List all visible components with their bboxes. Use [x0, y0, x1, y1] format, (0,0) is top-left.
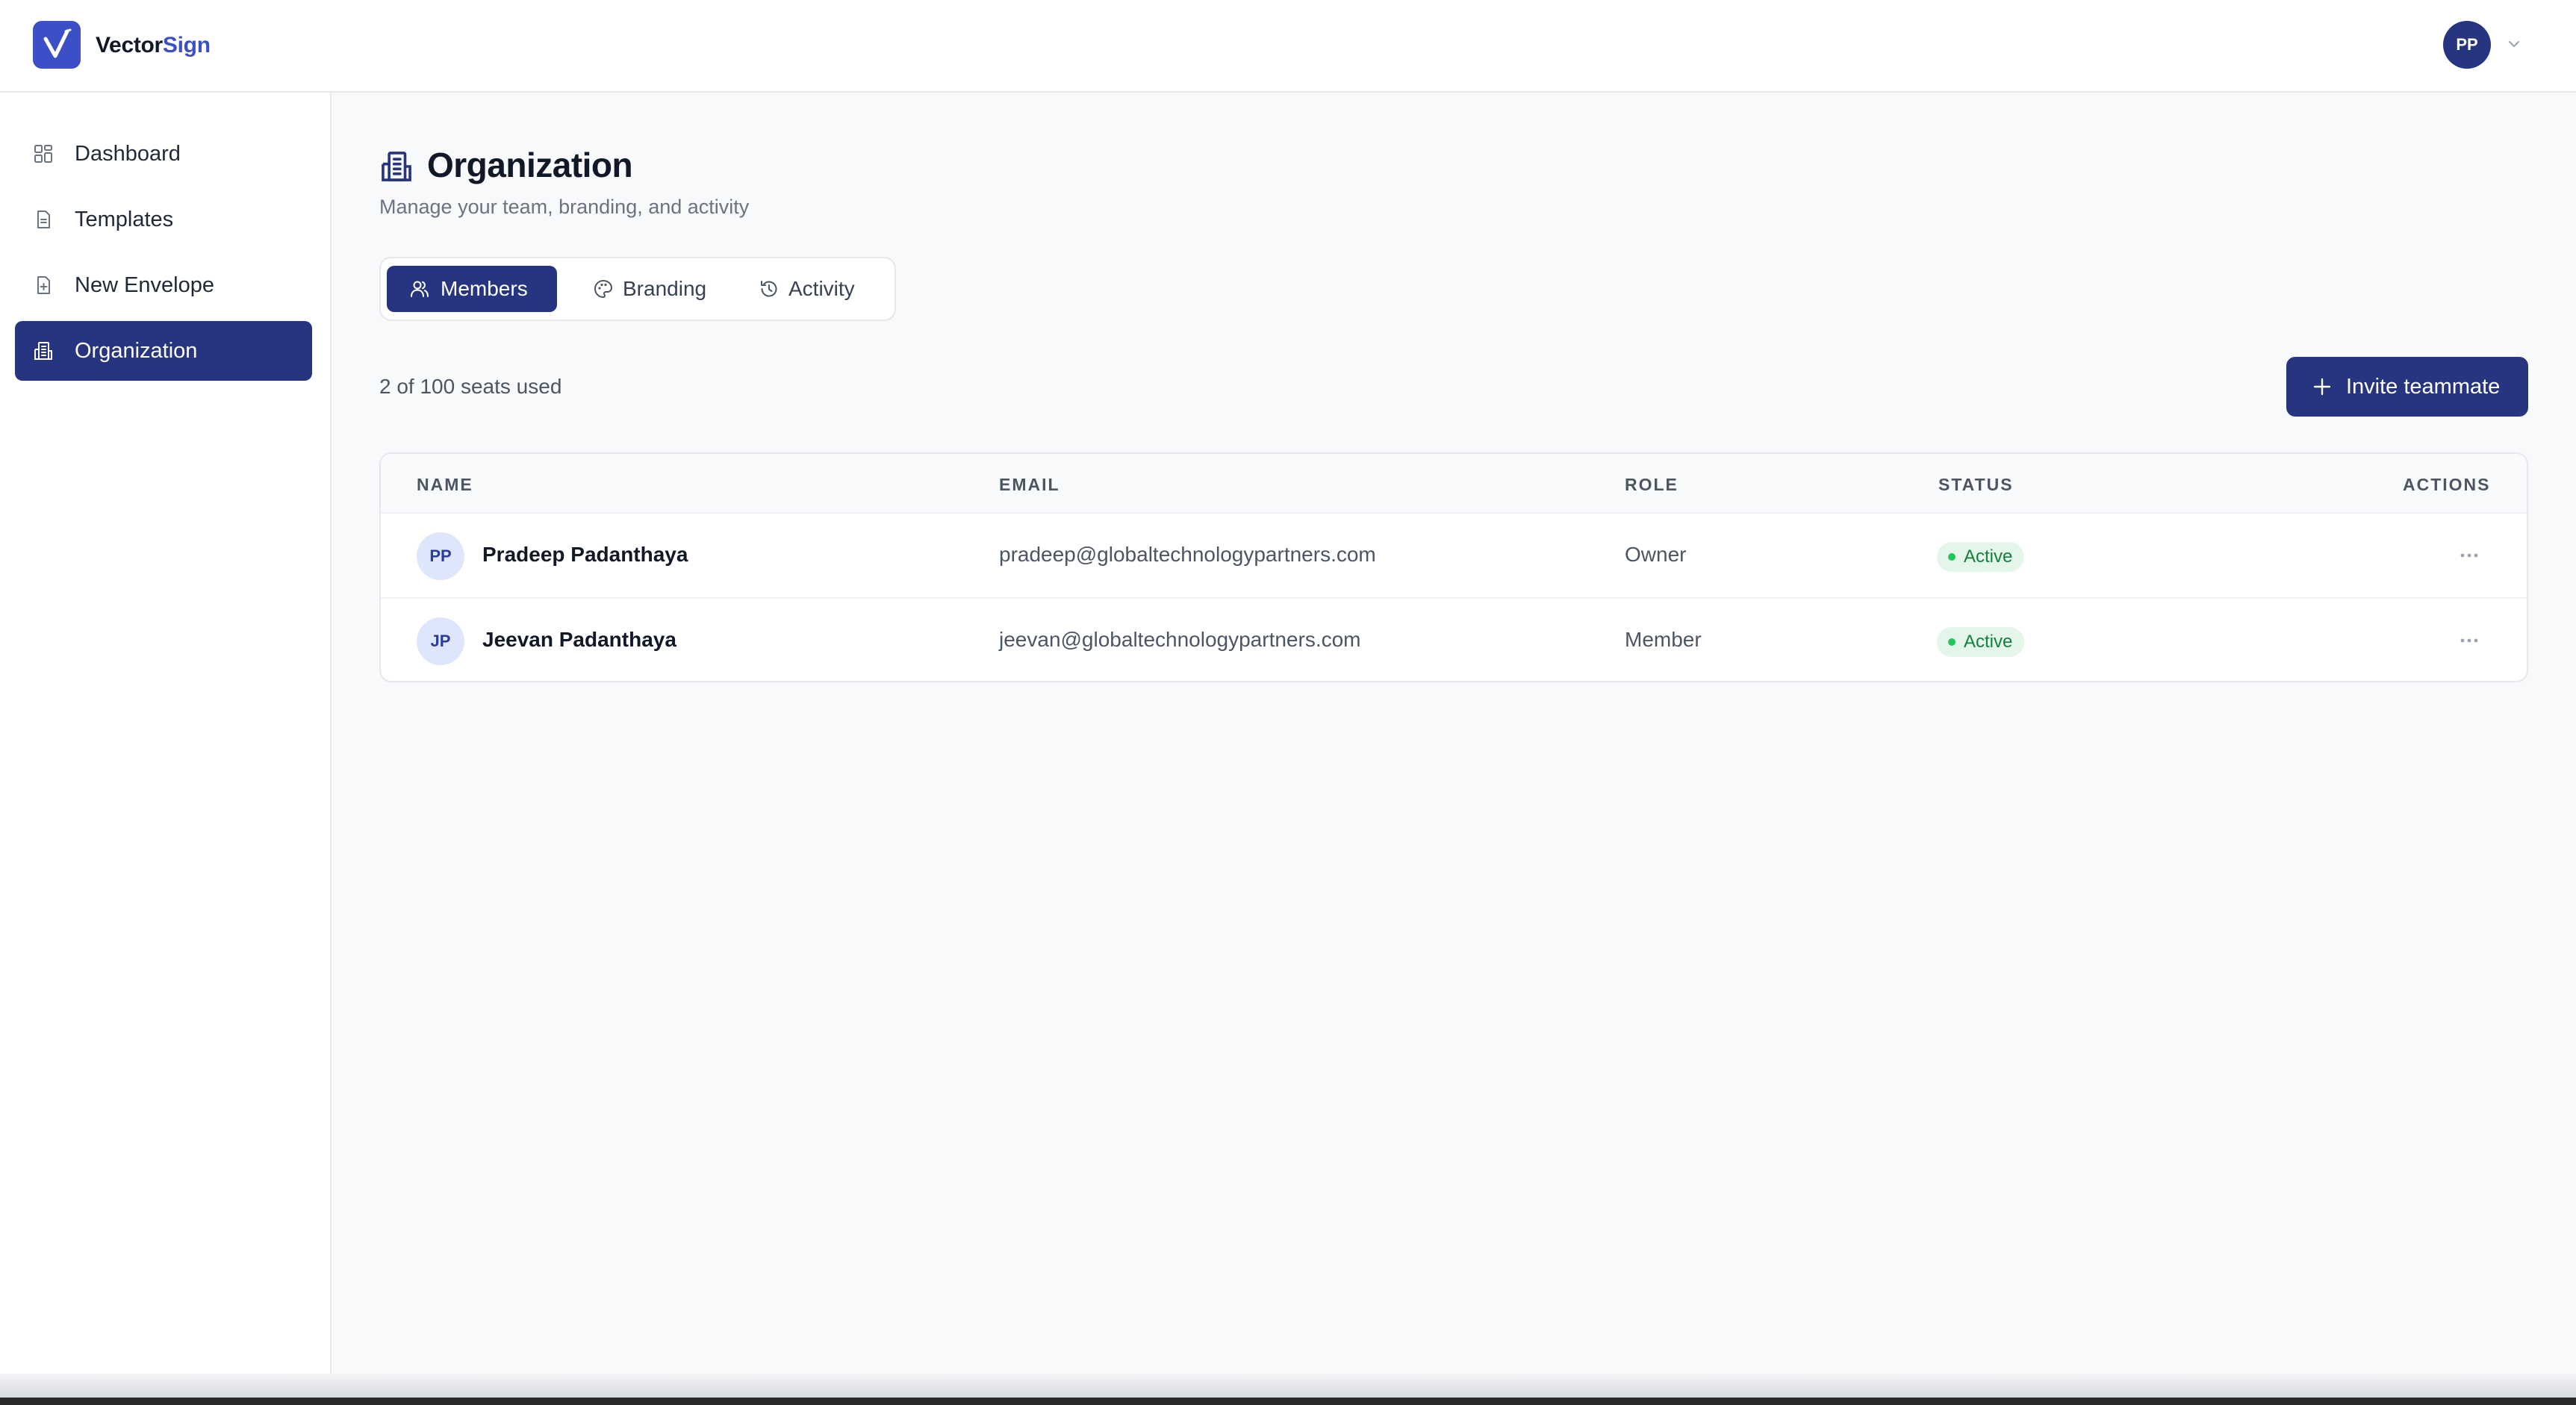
column-header-status: STATUS: [1938, 475, 2014, 494]
seats-usage-text: 2 of 100 seats used: [379, 375, 562, 398]
window-bottom-bar: [0, 1398, 2576, 1405]
sidebar-item-templates[interactable]: Templates: [15, 190, 312, 249]
vectorsign-logo-icon[interactable]: [33, 21, 81, 69]
column-header-name: NAME: [417, 475, 473, 494]
members-table: NAME EMAIL ROLE STATUS ACTIONS PP Pradee…: [379, 452, 2528, 682]
tab-label: Members: [441, 277, 528, 300]
member-role: Member: [1625, 628, 1702, 651]
tab-label: Branding: [623, 277, 707, 300]
users-icon: [411, 281, 429, 297]
column-header-email: EMAIL: [999, 475, 1060, 494]
tab-bar: Members Branding Activity: [379, 257, 896, 321]
status-label: Active: [1964, 632, 2013, 652]
column-header-actions: ACTIONS: [2403, 475, 2491, 494]
status-label: Active: [1964, 546, 2013, 567]
status-dot-icon: [1948, 638, 1956, 646]
brand-name[interactable]: VectorSign: [96, 33, 211, 58]
sidebar-item-label: Templates: [75, 208, 174, 231]
status-dot-icon: [1948, 553, 1956, 561]
member-role: Owner: [1625, 543, 1687, 566]
sidebar-item-label: Dashboard: [75, 142, 181, 166]
member-name: Pradeep Padanthaya: [482, 543, 688, 566]
page-title: Organization: [427, 146, 633, 184]
column-header-role: ROLE: [1625, 475, 1679, 494]
status-badge: Active: [1937, 627, 2025, 657]
sidebar-item-organization[interactable]: Organization: [15, 321, 312, 381]
chevron-down-icon[interactable]: [2506, 36, 2522, 52]
file-plus-icon: [37, 276, 50, 294]
invite-teammate-label: Invite teammate: [2346, 375, 2501, 399]
member-name: Jeevan Padanthaya: [482, 628, 676, 651]
tab-activity[interactable]: Activity: [739, 266, 886, 312]
member-avatar: JP: [417, 617, 464, 665]
more-actions-icon[interactable]: [2454, 540, 2485, 570]
member-avatar: PP: [417, 532, 464, 580]
member-email: jeevan@globaltechnologypartners.com: [999, 628, 1361, 651]
dashboard-grid-icon: [34, 145, 52, 163]
top-bar: VectorSign PP: [0, 0, 2576, 93]
document-icon: [37, 211, 50, 228]
history-icon: [761, 281, 777, 297]
invite-teammate-button[interactable]: Invite teammate: [2286, 357, 2528, 417]
sidebar-item-label: New Envelope: [75, 273, 214, 297]
more-actions-icon[interactable]: [2454, 626, 2485, 655]
page-subtitle: Manage your team, branding, and activity: [379, 196, 750, 218]
sidebar-item-new-envelope[interactable]: New Envelope: [15, 255, 312, 315]
sidebar: Dashboard Templates New Envelope Organiz…: [0, 93, 332, 1405]
plus-icon: [2313, 378, 2331, 396]
building-icon: [34, 342, 52, 360]
table-header: NAME EMAIL ROLE STATUS ACTIONS: [381, 454, 2527, 514]
brand-name-part1: Vector: [96, 33, 163, 57]
sidebar-item-dashboard[interactable]: Dashboard: [15, 124, 312, 184]
building-icon: [382, 152, 411, 181]
palette-icon: [594, 280, 612, 298]
member-email: pradeep@globaltechnologypartners.com: [999, 543, 1376, 566]
table-row: JP Jeevan Padanthaya jeevan@globaltechno…: [381, 599, 2527, 681]
user-avatar[interactable]: PP: [2443, 21, 2491, 69]
tab-label: Activity: [788, 277, 855, 300]
tab-members[interactable]: Members: [387, 266, 557, 312]
brand-name-part2: Sign: [162, 33, 211, 57]
table-row: PP Pradeep Padanthaya pradeep@globaltech…: [381, 514, 2527, 599]
tab-branding[interactable]: Branding: [572, 266, 721, 312]
sidebar-item-label: Organization: [75, 339, 198, 363]
status-badge: Active: [1937, 542, 2025, 572]
